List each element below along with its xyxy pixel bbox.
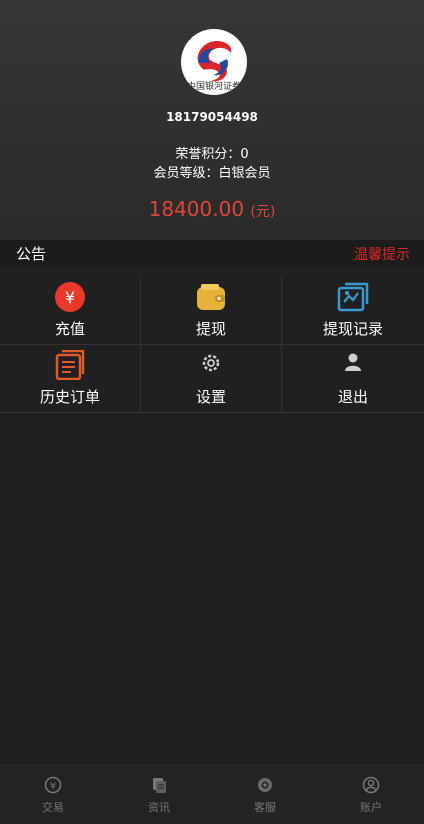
menu-item-label: 充值 xyxy=(54,320,85,338)
member-level: 会员等级：白银会员 xyxy=(0,162,424,181)
menu-item-order-history[interactable]: 历史订单 xyxy=(0,345,141,413)
menu-item-label: 设置 xyxy=(195,388,226,406)
honor-points: 荣誉积分：0 xyxy=(0,143,424,162)
level-value: 白银会员 xyxy=(218,166,271,181)
user-phone: 18179054498 xyxy=(166,110,258,124)
points-value: 0 xyxy=(240,147,249,162)
level-label: 会员等级： xyxy=(153,166,219,181)
menu-item-label: 提现 xyxy=(195,320,226,338)
profile-header: 中国银河证券 18179054498 荣誉积分：0 会员等级：白银会员 1840… xyxy=(0,0,424,240)
user-icon xyxy=(343,352,363,376)
bottom-tab-bar: ¥ 交易 资讯 客服 账户 xyxy=(0,765,424,824)
menu-item-settings[interactable]: 设置 xyxy=(141,345,282,413)
svg-text:¥: ¥ xyxy=(65,288,75,307)
gear-icon xyxy=(200,352,222,378)
tab-account[interactable]: 账户 xyxy=(318,766,424,824)
tab-service[interactable]: 客服 xyxy=(212,766,318,824)
menu-item-withdraw-record[interactable]: 提现记录 xyxy=(282,277,424,345)
menu-item-label: 提现记录 xyxy=(322,320,383,338)
menu-item-recharge[interactable]: ¥ 充值 xyxy=(0,277,141,345)
tab-trade[interactable]: ¥ 交易 xyxy=(0,766,106,824)
tab-news[interactable]: 资讯 xyxy=(106,766,212,824)
service-icon xyxy=(256,776,274,794)
notice-label: 公告 xyxy=(16,245,47,263)
tab-label: 账户 xyxy=(360,801,382,814)
notice-marquee[interactable]: 温馨提示 xyxy=(354,244,410,264)
recharge-icon: ¥ xyxy=(54,281,86,317)
news-icon xyxy=(150,776,168,794)
tab-label: 资讯 xyxy=(148,801,170,814)
withdraw-record-icon xyxy=(337,282,369,316)
tab-label: 客服 xyxy=(254,801,276,814)
points-label: 荣誉积分： xyxy=(175,147,241,162)
order-history-icon xyxy=(55,349,85,384)
account-icon xyxy=(362,776,380,794)
balance-unit: (元) xyxy=(250,204,276,220)
avatar[interactable]: 中国银河证券 xyxy=(181,29,247,95)
menu-item-withdraw[interactable]: 提现 xyxy=(141,277,282,345)
menu-item-label: 历史订单 xyxy=(39,388,100,406)
notice-bar[interactable]: 公告 温馨提示 xyxy=(0,240,424,266)
svg-text:¥: ¥ xyxy=(50,781,56,792)
wallet-icon xyxy=(196,283,226,315)
avatar-logo-text: 中国银河证券 xyxy=(186,82,241,92)
menu-grid: ¥ 充值 提现 提现记录 历史订单 设置 退出 xyxy=(0,277,424,414)
account-balance: 18400.00 (元) xyxy=(0,197,424,221)
balance-amount: 18400.00 xyxy=(148,197,245,221)
menu-item-label: 退出 xyxy=(337,388,368,406)
menu-item-logout[interactable]: 退出 xyxy=(282,345,424,413)
tab-label: 交易 xyxy=(42,801,64,814)
trade-icon: ¥ xyxy=(44,776,62,794)
